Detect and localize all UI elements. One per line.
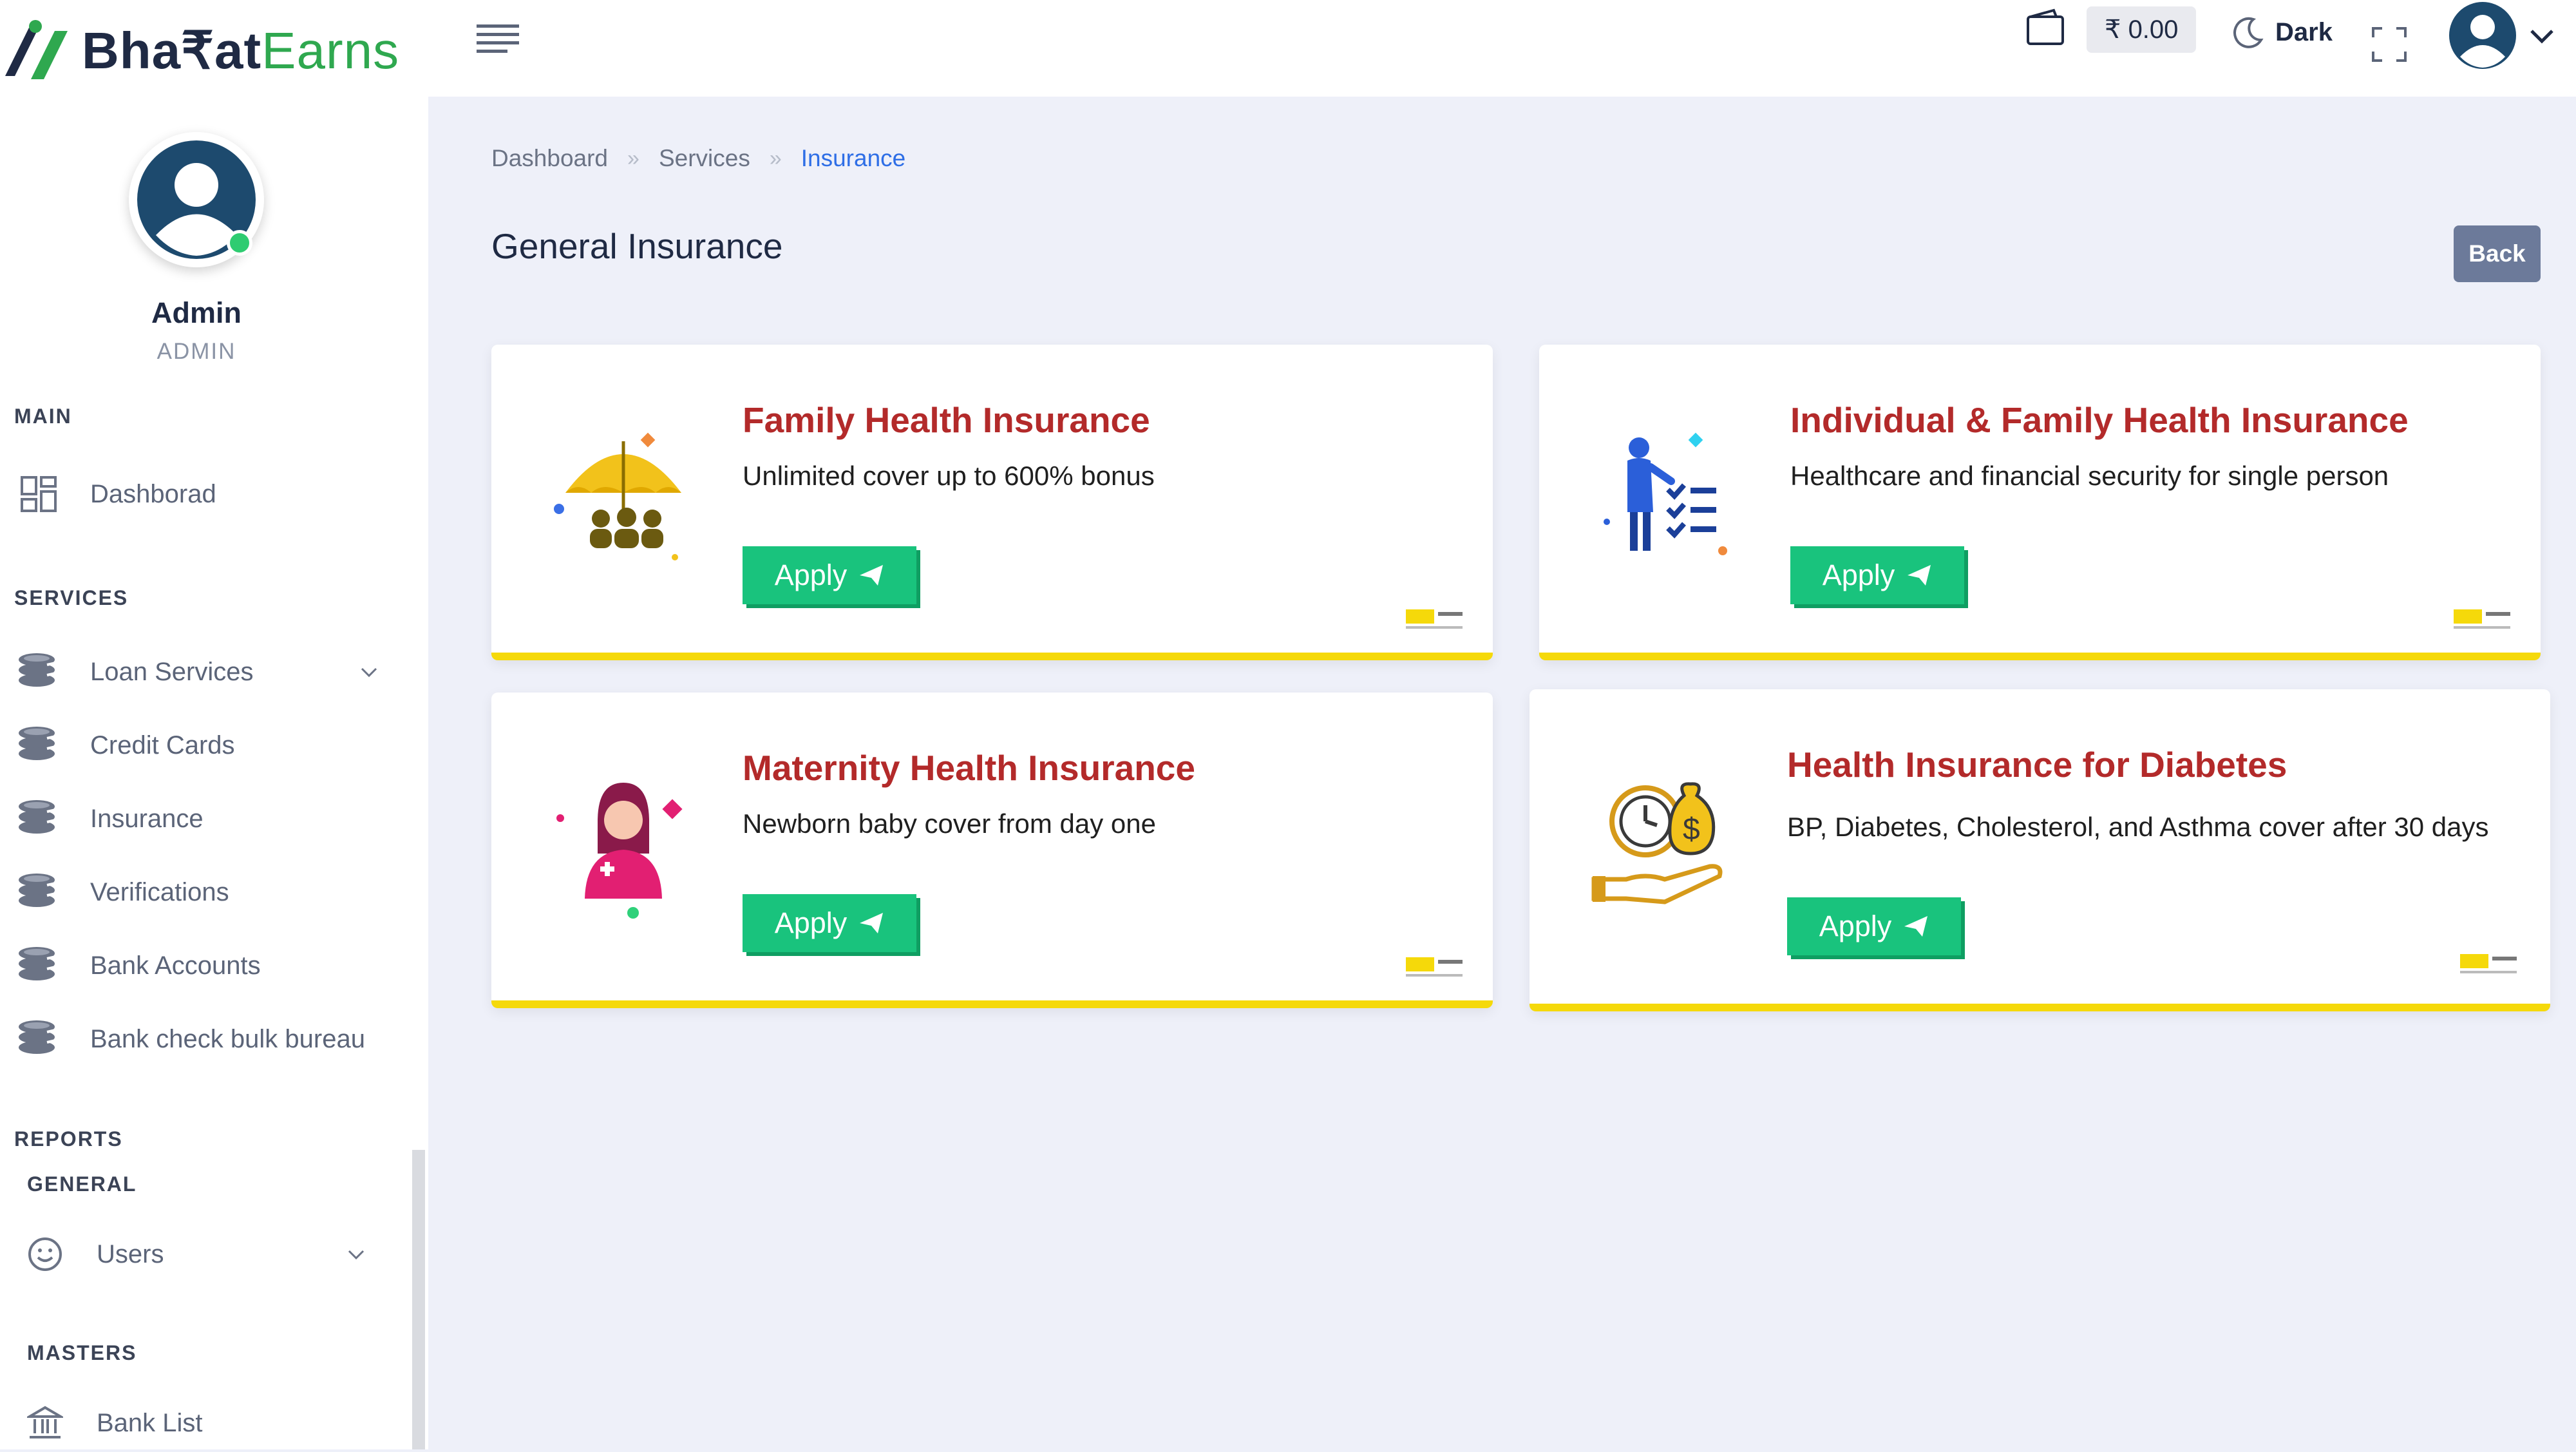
- dashboard-icon: [13, 468, 64, 520]
- card-description: Unlimited cover up to 600% bonus: [743, 461, 1155, 491]
- sidebar-item-label: Bank Accounts: [90, 951, 261, 980]
- sidebar-item-label: Dashborad: [90, 479, 216, 508]
- section-title-services: SERVICES: [14, 586, 129, 609]
- dark-mode-label: Dark: [2275, 17, 2333, 46]
- coins-icon: [13, 940, 64, 991]
- card-description: Healthcare and financial security for si…: [1790, 461, 2389, 491]
- card-title: Maternity Health Insurance: [743, 748, 1195, 788]
- card-title: Family Health Insurance: [743, 400, 1150, 440]
- sidebar-item-loan-services[interactable]: Loan Services: [13, 643, 399, 701]
- sidebar-item-label: Users: [97, 1239, 164, 1268]
- chevron-down-icon[interactable]: [358, 661, 380, 683]
- insurance-card-family: Family Health Insurance Unlimited cover …: [491, 345, 1493, 660]
- apply-button[interactable]: Apply: [1790, 546, 1964, 604]
- card-description: Newborn baby cover from day one: [743, 808, 1156, 839]
- coins-icon: [13, 866, 64, 918]
- brand-logo-icon: [5, 20, 68, 79]
- chevron-down-icon[interactable]: [345, 1243, 367, 1265]
- brand-name: Bha₹atEarns: [82, 21, 399, 81]
- insurance-card-individual-family: Individual & Family Health Insurance Hea…: [1539, 345, 2541, 660]
- smiley-icon: [19, 1228, 71, 1280]
- breadcrumb: Dashboard » Services » Insurance: [491, 145, 905, 172]
- apply-button-label: Apply: [774, 906, 848, 939]
- profile-avatar[interactable]: [129, 132, 264, 267]
- sidebar-item-label: Loan Services: [90, 657, 254, 686]
- breadcrumb-separator: »: [769, 146, 782, 171]
- maternity-nurse-icon: [556, 783, 683, 919]
- card-title: Health Insurance for Diabetes: [1787, 745, 2287, 785]
- coins-icon: [13, 720, 64, 771]
- coins-icon: [13, 1013, 64, 1065]
- apply-button[interactable]: Apply: [743, 546, 916, 604]
- sidebar-item-users[interactable]: Users: [19, 1225, 386, 1283]
- wallet-icon[interactable]: [2025, 8, 2065, 46]
- svg-text:$: $: [1683, 812, 1700, 846]
- sidebar: Bha₹atEarns Admin ADMIN MAIN Dashborad S…: [0, 0, 428, 1449]
- page-title: General Insurance: [491, 226, 783, 266]
- sidebar-item-credit-cards[interactable]: Credit Cards: [13, 716, 399, 774]
- user-role: ADMIN: [156, 339, 236, 364]
- dark-mode-toggle[interactable]: Dark: [2231, 15, 2333, 49]
- hamburger-menu-icon[interactable]: [477, 23, 519, 57]
- back-button[interactable]: Back: [2454, 225, 2541, 282]
- sidebar-item-verifications[interactable]: Verifications: [13, 863, 399, 921]
- paper-plane-icon: [1904, 916, 1928, 937]
- partner-logo-icon: [1406, 609, 1463, 629]
- apply-button-label: Apply: [1822, 559, 1895, 591]
- sidebar-scrollbar[interactable]: [412, 1150, 425, 1449]
- paper-plane-icon: [860, 565, 884, 586]
- sidebar-item-bank-check-bulk-bureau[interactable]: Bank check bulk bureau: [13, 1010, 399, 1068]
- apply-button[interactable]: Apply: [743, 894, 916, 952]
- section-title-reports: REPORTS: [14, 1127, 123, 1151]
- sidebar-item-label: Bank List: [97, 1408, 203, 1437]
- user-avatar-icon[interactable]: [2447, 0, 2518, 71]
- wallet-balance[interactable]: ₹ 0.00: [2087, 6, 2197, 53]
- sidebar-item-label: Insurance: [90, 804, 204, 833]
- brand-logo[interactable]: Bha₹atEarns: [0, 12, 428, 89]
- sidebar-item-insurance[interactable]: Insurance: [13, 790, 399, 848]
- section-title-masters: MASTERS: [27, 1341, 137, 1364]
- card-description: BP, Diabetes, Cholesterol, and Asthma co…: [1787, 812, 2489, 842]
- section-title-main: MAIN: [14, 405, 72, 428]
- sidebar-item-label: Verifications: [90, 877, 229, 906]
- sidebar-item-label: Credit Cards: [90, 731, 235, 759]
- partner-logo-icon: [1406, 957, 1463, 977]
- money-time-hand-icon: $: [1591, 782, 1723, 904]
- breadcrumb-insurance[interactable]: Insurance: [801, 145, 906, 172]
- card-title: Individual & Family Health Insurance: [1790, 400, 2409, 440]
- coins-icon: [13, 793, 64, 845]
- sidebar-item-bank-accounts[interactable]: Bank Accounts: [13, 937, 399, 995]
- apply-button[interactable]: Apply: [1787, 897, 1961, 955]
- moon-icon: [2233, 17, 2264, 48]
- fullscreen-icon[interactable]: [2372, 27, 2407, 62]
- paper-plane-icon: [860, 913, 884, 933]
- insurance-card-maternity: Maternity Health Insurance Newborn baby …: [491, 693, 1493, 1008]
- umbrella-family-icon: [554, 432, 681, 560]
- paper-plane-icon: [1908, 565, 1931, 586]
- brand-name-part2: Earns: [261, 21, 400, 79]
- apply-button-label: Apply: [774, 559, 848, 591]
- breadcrumb-services[interactable]: Services: [659, 145, 750, 172]
- section-title-general: GENERAL: [27, 1172, 137, 1196]
- chevron-down-icon[interactable]: [2528, 26, 2556, 46]
- checklist-person-icon: [1604, 432, 1727, 555]
- sidebar-item-label: Bank check bulk bureau: [90, 1024, 365, 1053]
- insurance-card-diabetes: $ Health Insurance for Diabetes BP, Diab…: [1530, 689, 2550, 1011]
- breadcrumb-separator: »: [627, 146, 639, 171]
- sidebar-item-dashboard[interactable]: Dashborad: [13, 465, 399, 523]
- bank-icon: [19, 1397, 71, 1449]
- partner-logo-icon: [2460, 954, 2517, 973]
- sidebar-item-bank-list[interactable]: Bank List: [19, 1394, 386, 1452]
- breadcrumb-dashboard[interactable]: Dashboard: [491, 145, 608, 172]
- partner-logo-icon: [2454, 609, 2510, 629]
- online-status-dot: [227, 230, 252, 256]
- apply-button-label: Apply: [1819, 910, 1892, 942]
- user-name: Admin: [151, 296, 242, 329]
- coins-icon: [13, 646, 64, 698]
- brand-name-part1: Bha₹at: [82, 21, 262, 79]
